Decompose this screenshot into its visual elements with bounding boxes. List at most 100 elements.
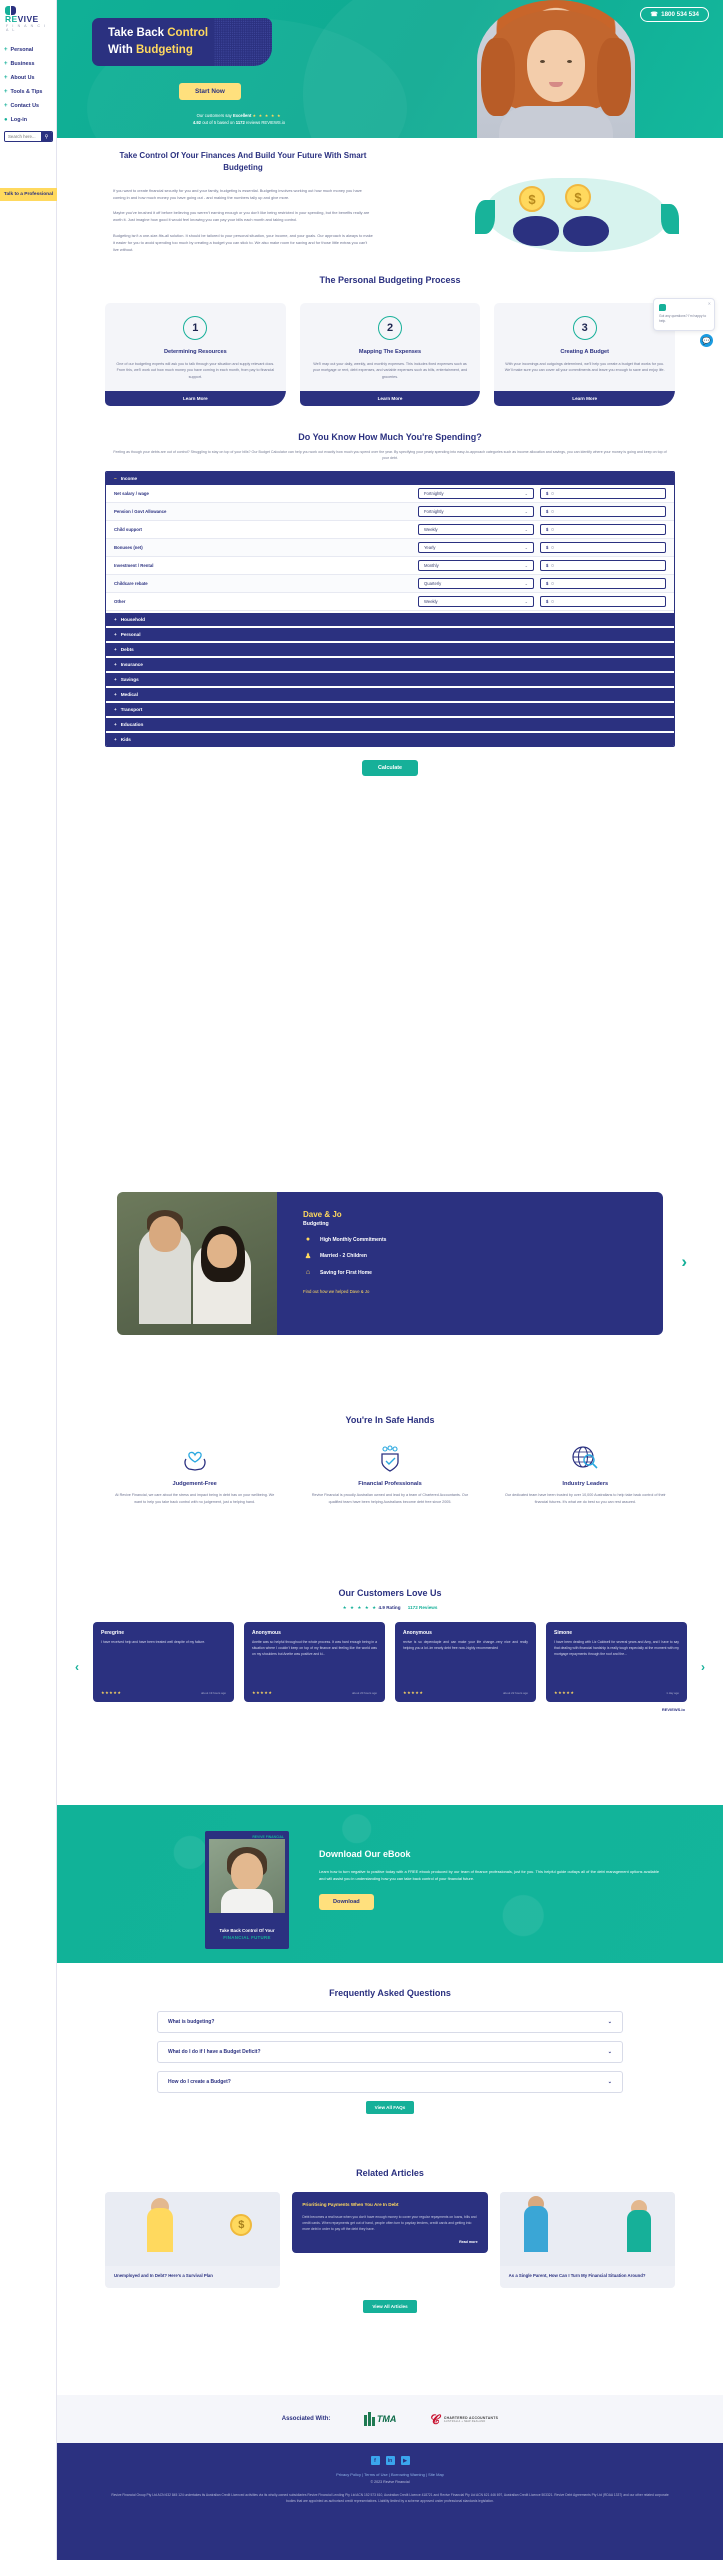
- learn-more-button[interactable]: Learn More: [299, 391, 481, 407]
- step-number: 1: [183, 316, 208, 340]
- case-study-link[interactable]: Find out how we helped Dave & Jo: [303, 1289, 663, 1294]
- category-label: Education: [120, 722, 144, 728]
- row-label: Childcare rebate: [114, 581, 148, 587]
- frequency-select[interactable]: Monthly ⌄: [418, 560, 534, 572]
- amount-input[interactable]: $ 0: [540, 578, 666, 590]
- faq-question: What do I do if I have a Budget Deficit?: [168, 2049, 261, 2055]
- read-more-link[interactable]: Read more: [302, 2240, 478, 2244]
- frequency-select[interactable]: Yearly ⌄: [418, 542, 534, 554]
- piggy-bank-icon: [513, 216, 559, 246]
- amount-input[interactable]: $ 0: [540, 524, 666, 536]
- intro-section: Take Control Of Your Finances And Build …: [57, 138, 723, 347]
- chevron-down-icon: ⌄: [607, 2049, 612, 2055]
- category-label: Income: [120, 476, 138, 482]
- article-card[interactable]: As a Single Parent, How Can I Turn My Fi…: [499, 2192, 675, 2289]
- amount-input[interactable]: $ 0: [540, 506, 666, 518]
- ca-line-2: AUSTRALIA + NEW ZEALAND: [443, 2419, 486, 2423]
- category-medical[interactable]: + Medical: [106, 688, 674, 702]
- frequency-value: Yearly: [424, 545, 436, 551]
- youtube-icon[interactable]: ▶: [400, 2456, 410, 2465]
- chevron-right-icon[interactable]: ›: [701, 1660, 705, 1674]
- chevron-down-icon: ⌄: [524, 527, 528, 533]
- calculate-button[interactable]: Calculate: [362, 760, 418, 777]
- start-now-button[interactable]: Start Now: [179, 83, 241, 100]
- amount-input[interactable]: $ 0: [540, 560, 666, 572]
- frequency-select[interactable]: Quarterly ⌄: [418, 578, 534, 590]
- step-text: One of our budgeting experts will ask yo…: [116, 362, 275, 379]
- amount-value: 0: [551, 581, 554, 587]
- process-card: 2 Mapping The Expenses We'll map out you…: [299, 303, 481, 407]
- category-transport[interactable]: + Transport: [106, 703, 674, 717]
- sidebar-item-personal[interactable]: + Personal: [0, 43, 56, 57]
- rating-score: 4.92: [192, 120, 202, 126]
- download-button[interactable]: Download: [319, 1894, 374, 1911]
- close-icon[interactable]: ✕: [708, 301, 711, 306]
- article-card[interactable]: $ Unemployed and In Debt? Here's a Survi…: [105, 2192, 281, 2289]
- sidebar-item-tools-tips[interactable]: + Tools & Tips: [0, 85, 56, 99]
- category-household[interactable]: + Household: [106, 613, 674, 627]
- chat-fab-button[interactable]: 💬: [700, 334, 713, 347]
- process-card: 1 Determining Resources One of our budge…: [105, 303, 286, 407]
- category-label: Household: [120, 617, 145, 623]
- stars-icon: ★★★★★: [403, 1690, 424, 1695]
- logo[interactable]: REVIVE F I N A N C I A L: [0, 0, 56, 35]
- review-card: Simone I have been dealing with Liz Cald…: [546, 1622, 687, 1702]
- table-row: Pension / Govt Allowance Fortnightly ⌄ $…: [106, 503, 674, 522]
- category-education[interactable]: + Education: [106, 718, 674, 732]
- frequency-select[interactable]: Fortnightly ⌄: [418, 488, 534, 500]
- facebook-icon[interactable]: f: [370, 2456, 380, 2465]
- reviews-section: Our Customers Love Us ★ ★ ★ ★ ★ 4.9 Rati…: [57, 1588, 723, 1712]
- intro-heading: Take Control Of Your Finances And Build …: [119, 151, 367, 173]
- search-input[interactable]: [5, 132, 41, 141]
- chevron-left-icon[interactable]: ‹: [75, 1660, 79, 1674]
- frequency-select[interactable]: Weekly ⌄: [418, 596, 534, 608]
- category-label: Debts: [120, 647, 134, 653]
- category-savings[interactable]: + Savings: [106, 673, 674, 687]
- phone-number: 1800 534 534: [661, 11, 699, 18]
- sidebar-item-contact-us[interactable]: + Contact Us: [0, 99, 56, 113]
- reviewer-name: Simone: [554, 1630, 573, 1636]
- linkedin-icon[interactable]: in: [385, 2456, 395, 2465]
- rating-count: 1172: [235, 120, 245, 126]
- sidebar-item-about-us[interactable]: + About Us: [0, 71, 56, 85]
- sidebar-item-login[interactable]: ● Log-in: [0, 113, 56, 127]
- coin-icon: $: [565, 184, 591, 210]
- category-kids[interactable]: + Kids: [106, 733, 674, 747]
- amount-input[interactable]: $ 0: [540, 488, 666, 500]
- article-card[interactable]: Prioritising Payments When You Are In De…: [292, 2192, 488, 2253]
- faq-item[interactable]: What do I do if I have a Budget Deficit?…: [157, 2041, 623, 2063]
- talk-to-professional-tab[interactable]: Talk to a Professional: [0, 188, 57, 201]
- stars-icon: ★★★★★: [252, 1690, 273, 1695]
- view-all-faqs-button[interactable]: View All FAQs: [365, 2101, 415, 2114]
- plus-icon: +: [114, 632, 117, 638]
- hero-title-line-1: Take Back Control: [108, 27, 209, 40]
- rating-prefix: Our customers say: [196, 113, 232, 118]
- footer-legal: Revive Financial Group Pty Ltd ACN 632 8…: [111, 2493, 669, 2504]
- sidebar-item-business[interactable]: + Business: [0, 57, 56, 71]
- process-title: The Personal Budgeting Process: [319, 275, 461, 285]
- search-box[interactable]: ⚲: [4, 131, 53, 142]
- search-icon[interactable]: ⚲: [41, 132, 52, 141]
- rating-mid: out of 5 based on: [202, 120, 235, 126]
- category-label: Personal: [120, 632, 141, 638]
- frequency-value: Weekly: [424, 599, 438, 605]
- chat-widget[interactable]: ✕ Got any questions? I'm happy to help.: [653, 298, 715, 331]
- currency-symbol: $: [546, 509, 549, 515]
- amount-input[interactable]: $ 0: [540, 542, 666, 554]
- learn-more-button[interactable]: Learn More: [105, 391, 286, 407]
- amount-input[interactable]: $ 0: [540, 596, 666, 608]
- category-personal[interactable]: + Personal: [106, 628, 674, 642]
- faq-item[interactable]: How do I create a Budget? ⌄: [157, 2071, 623, 2093]
- learn-more-button[interactable]: Learn More: [494, 391, 676, 407]
- phone-button[interactable]: ☎ 1800 534 534: [640, 7, 709, 22]
- chevron-right-icon[interactable]: ›: [681, 1252, 687, 1272]
- faq-item[interactable]: What is budgeting? ⌄: [157, 2011, 623, 2033]
- frequency-select[interactable]: Weekly ⌄: [418, 524, 534, 536]
- income-category-header[interactable]: − Income: [106, 472, 674, 486]
- category-insurance[interactable]: + Insurance: [106, 658, 674, 672]
- footer-links[interactable]: Privacy Policy | Terms of Use | Borrowin…: [57, 2472, 723, 2477]
- frequency-select[interactable]: Fortnightly ⌄: [418, 506, 534, 518]
- view-all-articles-button[interactable]: View All Articles: [363, 2300, 417, 2314]
- category-debts[interactable]: + Debts: [106, 643, 674, 657]
- safe-hands-text: Our dedicated team have been trusted by …: [504, 1493, 666, 1504]
